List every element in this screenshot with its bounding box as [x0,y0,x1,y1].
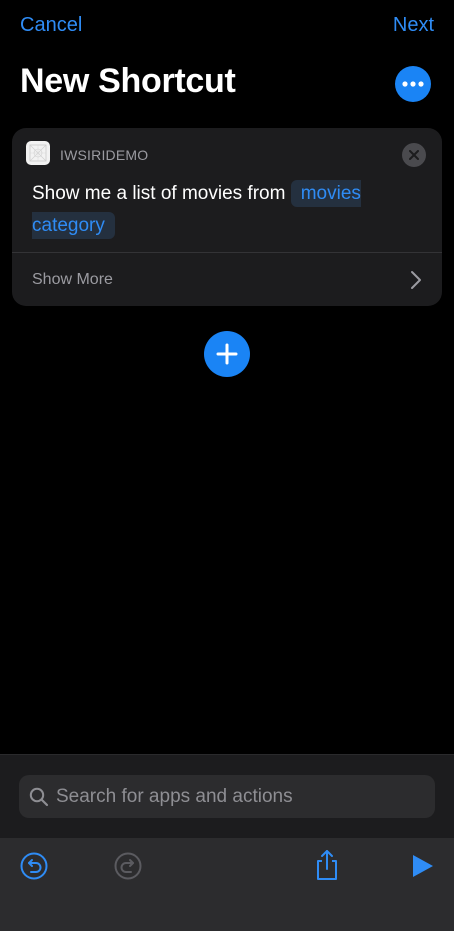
redo-button[interactable] [112,850,144,882]
plus-icon [216,343,238,365]
play-icon [413,855,433,877]
search-input[interactable]: Search for apps and actions [19,775,435,818]
app-grid-icon [29,144,47,162]
redo-icon [114,852,142,880]
more-options-button[interactable] [395,66,431,102]
share-icon [317,850,337,880]
undo-icon [20,852,48,880]
action-text-prefix: Show me a list of movies from [32,183,286,204]
close-icon [409,150,419,160]
remove-action-button[interactable] [402,143,426,167]
run-button[interactable] [406,850,438,882]
app-icon [26,141,50,165]
show-more-row[interactable]: Show More [12,253,442,306]
ellipsis-icon [402,81,424,87]
app-name: IWSIRIDEMO [60,147,149,163]
undo-button[interactable] [18,850,50,882]
chevron-right-icon [411,271,421,289]
page-title: New Shortcut [20,62,236,100]
next-button[interactable]: Next [393,14,434,37]
share-button[interactable] [311,848,343,880]
search-placeholder: Search for apps and actions [56,786,293,807]
action-description: Show me a list of movies from movies cat… [32,178,432,242]
action-card[interactable]: IWSIRIDEMO Show me a list of movies from… [12,128,442,306]
action-search-panel: Search for apps and actions [0,754,454,931]
search-icon [29,787,49,807]
toolbar [0,838,454,931]
show-more-label: Show More [32,271,113,288]
new-shortcut-screen: Cancel Next New Shortcut IWSIRIDEMO Show… [0,0,454,931]
cancel-button[interactable]: Cancel [20,14,82,37]
add-action-button[interactable] [204,331,250,377]
